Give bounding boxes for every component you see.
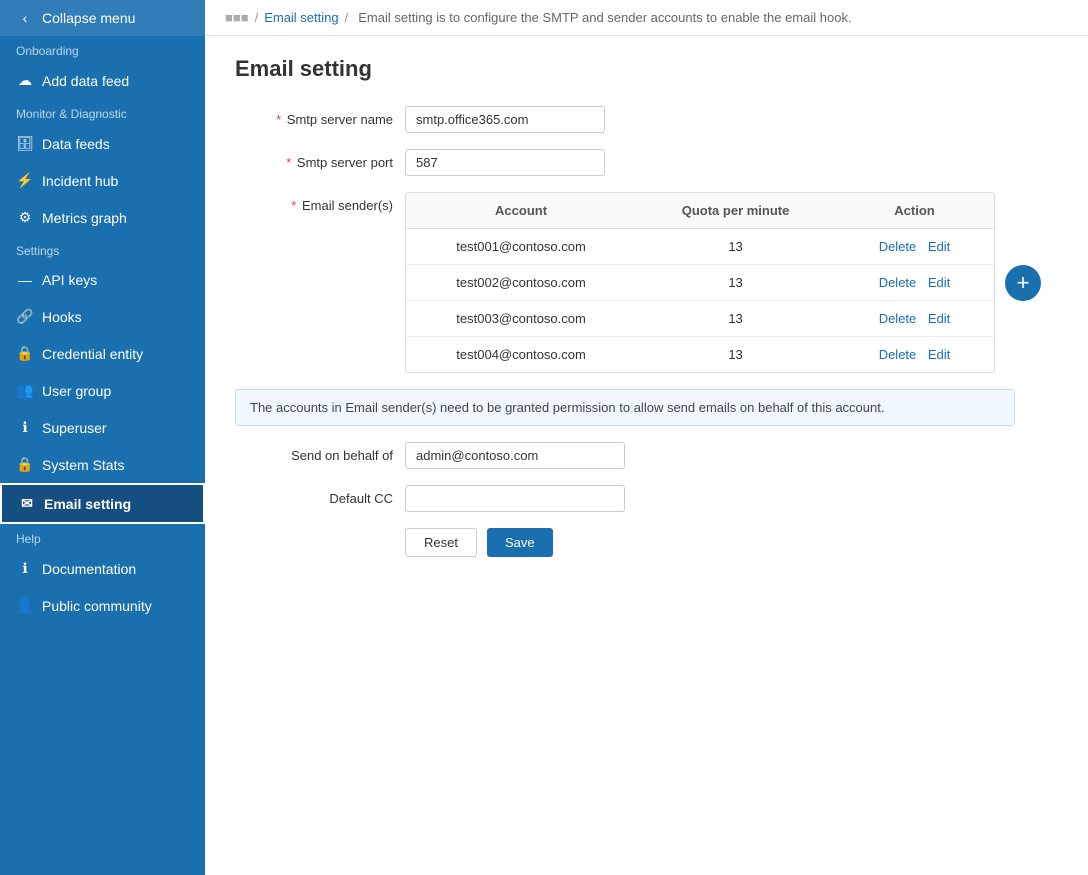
main-content: ■■■ / Email setting / Email setting is t…	[205, 0, 1088, 875]
smtp-server-name-row: * Smtp server name	[235, 106, 1058, 133]
sender-account: test001@contoso.com	[406, 229, 636, 265]
send-on-behalf-label: Send on behalf of	[235, 442, 405, 463]
hook-icon: 🔗	[16, 308, 34, 325]
sidebar-item-credential-entity[interactable]: 🔒 Credential entity	[0, 335, 205, 372]
edit-link[interactable]: Edit	[928, 275, 950, 290]
smtp-server-name-label: * Smtp server name	[235, 106, 405, 127]
users-icon: 👥	[16, 382, 34, 399]
default-cc-row: Default CC	[235, 485, 1058, 512]
delete-link[interactable]: Delete	[879, 275, 917, 290]
save-button[interactable]: Save	[487, 528, 553, 557]
incident-icon: ⚡	[16, 172, 34, 189]
sidebar-section-settings: Settings	[0, 236, 205, 262]
lock-icon: 🔒	[16, 345, 34, 362]
senders-table: Account Quota per minute Action test001@…	[406, 193, 994, 372]
edit-link[interactable]: Edit	[928, 347, 950, 362]
edit-link[interactable]: Edit	[928, 239, 950, 254]
sender-account: test002@contoso.com	[406, 265, 636, 301]
page-title: Email setting	[235, 56, 1058, 82]
breadcrumb-current: Email setting	[264, 10, 338, 25]
sidebar-item-api-keys[interactable]: ― API keys	[0, 262, 205, 298]
breadcrumb-sep-1: /	[255, 10, 259, 25]
delete-link[interactable]: Delete	[879, 239, 917, 254]
send-on-behalf-input[interactable]	[405, 442, 625, 469]
smtp-server-port-label: * Smtp server port	[235, 149, 405, 170]
sidebar-item-user-group[interactable]: 👥 User group	[0, 372, 205, 409]
default-cc-input[interactable]	[405, 485, 625, 512]
chevron-left-icon: ‹	[16, 10, 34, 26]
sender-actions: Delete Edit	[835, 229, 994, 265]
sender-actions: Delete Edit	[835, 265, 994, 301]
cloud-icon: ☁	[16, 72, 34, 89]
senders-wrap: Account Quota per minute Action test001@…	[405, 192, 1041, 373]
sidebar-item-documentation[interactable]: ℹ Documentation	[0, 550, 205, 587]
col-header-account: Account	[406, 193, 636, 229]
sidebar-collapse-menu[interactable]: ‹ Collapse menu	[0, 0, 205, 36]
required-star-smtp-name: *	[276, 112, 281, 127]
sidebar: ‹ Collapse menu Onboarding ☁ Add data fe…	[0, 0, 205, 875]
email-senders-row: * Email sender(s) Account Quota per minu…	[235, 192, 1058, 373]
docs-icon: ℹ	[16, 560, 34, 577]
metrics-icon: ⚙	[16, 209, 34, 226]
senders-table-wrap: Account Quota per minute Action test001@…	[405, 192, 995, 373]
send-on-behalf-row: Send on behalf of	[235, 442, 1058, 469]
sidebar-item-hooks[interactable]: 🔗 Hooks	[0, 298, 205, 335]
info-box: The accounts in Email sender(s) need to …	[235, 389, 1015, 426]
sender-account: test003@contoso.com	[406, 301, 636, 337]
sidebar-item-system-stats[interactable]: 🔒 System Stats	[0, 446, 205, 483]
sidebar-item-public-community[interactable]: 👤 Public community	[0, 587, 205, 624]
breadcrumb: ■■■ / Email setting / Email setting is t…	[205, 0, 1088, 36]
api-icon: ―	[16, 272, 34, 288]
sidebar-item-incident-hub[interactable]: ⚡ Incident hub	[0, 162, 205, 199]
sender-quota: 13	[636, 337, 835, 373]
table-row: test001@contoso.com 13 Delete Edit	[406, 229, 994, 265]
required-star-smtp-port: *	[286, 155, 291, 170]
community-icon: 👤	[16, 597, 34, 614]
sidebar-item-metrics-graph[interactable]: ⚙ Metrics graph	[0, 199, 205, 236]
sidebar-item-superuser[interactable]: ℹ Superuser	[0, 409, 205, 446]
sender-quota: 13	[636, 301, 835, 337]
sidebar-section-monitor: Monitor & Diagnostic	[0, 99, 205, 125]
button-row: Reset Save	[405, 528, 1058, 557]
sidebar-section-help: Help	[0, 524, 205, 550]
sidebar-section-onboarding: Onboarding	[0, 36, 205, 62]
breadcrumb-sep-2: /	[345, 10, 349, 25]
smtp-server-port-row: * Smtp server port	[235, 149, 1058, 176]
table-row: test002@contoso.com 13 Delete Edit	[406, 265, 994, 301]
required-star-senders: *	[291, 198, 296, 213]
page-area: Email setting * Smtp server name * Smtp …	[205, 36, 1088, 875]
breadcrumb-description: Email setting is to configure the SMTP a…	[358, 10, 851, 25]
col-header-quota: Quota per minute	[636, 193, 835, 229]
sender-quota: 13	[636, 265, 835, 301]
reset-button[interactable]: Reset	[405, 528, 477, 557]
sender-account: test004@contoso.com	[406, 337, 636, 373]
system-icon: 🔒	[16, 456, 34, 473]
smtp-server-name-input[interactable]	[405, 106, 605, 133]
sender-quota: 13	[636, 229, 835, 265]
col-header-action: Action	[835, 193, 994, 229]
add-sender-button[interactable]: +	[1005, 265, 1041, 301]
info-icon: ℹ	[16, 419, 34, 436]
sender-actions: Delete Edit	[835, 337, 994, 373]
default-cc-label: Default CC	[235, 485, 405, 506]
email-senders-label: * Email sender(s)	[235, 192, 405, 213]
database-icon: 🗄	[16, 135, 34, 152]
sidebar-item-email-setting[interactable]: ✉ Email setting	[0, 483, 205, 524]
breadcrumb-link-1[interactable]: ■■■	[225, 10, 249, 25]
edit-link[interactable]: Edit	[928, 311, 950, 326]
delete-link[interactable]: Delete	[879, 311, 917, 326]
email-icon: ✉	[18, 495, 36, 512]
smtp-server-port-input[interactable]	[405, 149, 605, 176]
table-row: test004@contoso.com 13 Delete Edit	[406, 337, 994, 373]
sender-actions: Delete Edit	[835, 301, 994, 337]
sidebar-item-data-feeds[interactable]: 🗄 Data feeds	[0, 125, 205, 162]
sidebar-item-add-data-feed[interactable]: ☁ Add data feed	[0, 62, 205, 99]
table-row: test003@contoso.com 13 Delete Edit	[406, 301, 994, 337]
delete-link[interactable]: Delete	[879, 347, 917, 362]
